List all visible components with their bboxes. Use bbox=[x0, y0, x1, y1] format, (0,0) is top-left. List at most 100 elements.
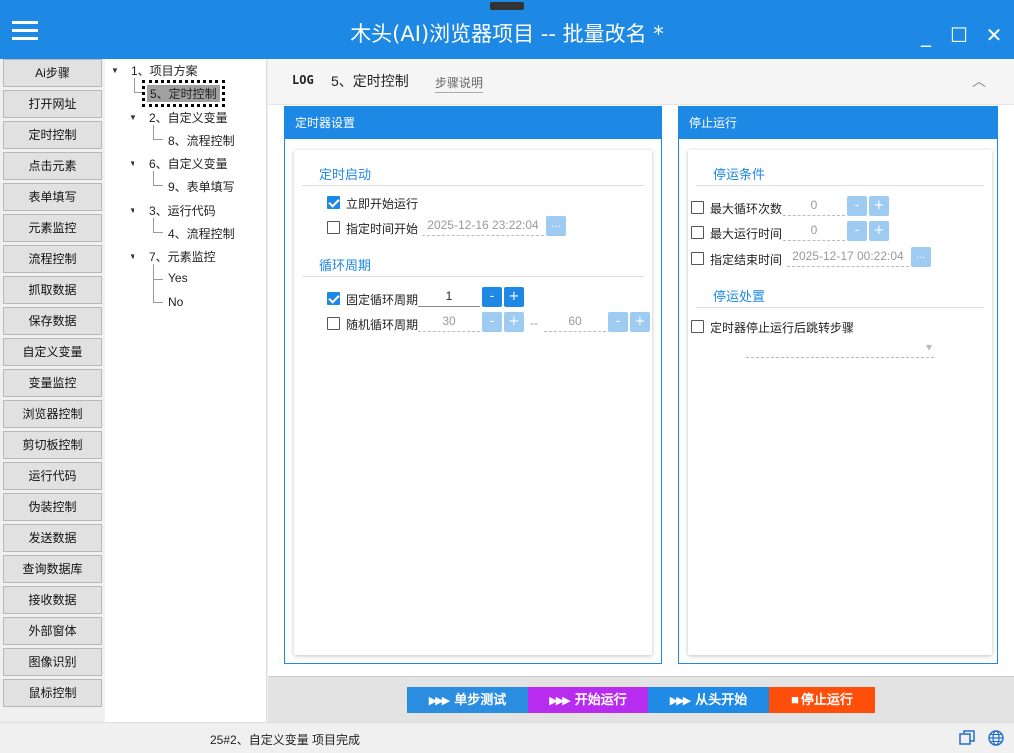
tool-variable-monitor-button[interactable]: 变量监控 bbox=[3, 369, 102, 397]
random-max-decrement-button[interactable]: - bbox=[608, 312, 628, 332]
jump-step-label: 定时器停止运行后跳转步骤 bbox=[710, 321, 855, 335]
tool-scrape-data-button[interactable]: 抓取数据 bbox=[3, 276, 102, 304]
restore-windows-icon[interactable] bbox=[958, 729, 976, 747]
status-message: 25#2、自定义变量 项目完成 bbox=[210, 733, 361, 747]
tool-open-url-button[interactable]: 打开网址 bbox=[3, 90, 102, 118]
tree-node-project[interactable]: 1、项目方案 bbox=[131, 62, 198, 79]
tool-query-database-button[interactable]: 查询数据库 bbox=[3, 555, 102, 583]
tool-send-data-button[interactable]: 发送数据 bbox=[3, 524, 102, 552]
max-loops-input[interactable]: 0 bbox=[783, 196, 845, 216]
expand-caret-icon[interactable]: ▼ bbox=[129, 113, 137, 122]
start-run-button[interactable]: ▶▶▶ 开始运行 bbox=[528, 687, 648, 713]
tool-external-window-button[interactable]: 外部窗体 bbox=[3, 617, 102, 645]
random-cycle-max-input[interactable]: 60 bbox=[544, 312, 606, 332]
start-at-picker-button[interactable]: ... bbox=[546, 216, 566, 236]
max-time-checkbox[interactable] bbox=[691, 226, 704, 239]
stop-square-icon: ■ bbox=[791, 692, 799, 707]
tool-element-monitor-button[interactable]: 元素监控 bbox=[3, 214, 102, 242]
expand-caret-icon[interactable]: ▼ bbox=[129, 252, 137, 261]
timer-settings-card: 定时启动 立即开始运行 指定时间开始 2025-12-16 23:22:04 .… bbox=[294, 150, 652, 655]
globe-icon[interactable] bbox=[987, 729, 1005, 747]
divider bbox=[302, 276, 644, 277]
window-title: 木头(AI)浏览器项目 -- 批量改名 * bbox=[350, 22, 664, 46]
jump-step-select[interactable]: ▾ bbox=[746, 338, 934, 358]
start-at-checkbox[interactable] bbox=[327, 221, 340, 234]
tool-save-data-button[interactable]: 保存数据 bbox=[3, 307, 102, 335]
tool-browser-control-button[interactable]: 浏览器控制 bbox=[3, 400, 102, 428]
restart-label: 从头开始 bbox=[695, 692, 748, 707]
max-loops-decrement-button[interactable]: - bbox=[847, 196, 867, 216]
end-time-picker-button[interactable]: ... bbox=[911, 247, 931, 267]
random-cycle-label: 随机循环周期 bbox=[346, 318, 419, 332]
random-cycle-checkbox[interactable] bbox=[327, 317, 340, 330]
start-now-checkbox[interactable] bbox=[327, 196, 340, 209]
step-description-link[interactable]: 步骤说明 bbox=[435, 74, 484, 93]
tree-node-no[interactable]: No bbox=[168, 295, 183, 309]
max-time-input[interactable]: 0 bbox=[783, 221, 845, 241]
tool-flow-control-button[interactable]: 流程控制 bbox=[3, 245, 102, 273]
end-time-datetime-field[interactable]: 2025-12-17 00:22:04 bbox=[787, 247, 909, 267]
random-min-increment-button[interactable]: + bbox=[504, 312, 524, 332]
tool-disguise-control-button[interactable]: 伪装控制 bbox=[3, 493, 102, 521]
expand-caret-icon[interactable]: ▼ bbox=[111, 66, 119, 75]
tree-node-custom-variable-2[interactable]: 6、自定义变量 bbox=[149, 155, 228, 172]
tree-connector bbox=[153, 264, 154, 302]
random-cycle-min-input[interactable]: 30 bbox=[418, 312, 480, 332]
maximize-button[interactable]: ☐ bbox=[948, 24, 970, 46]
range-separator: -- bbox=[530, 316, 538, 330]
tool-click-element-button[interactable]: 点击元素 bbox=[3, 152, 102, 180]
tree-connector bbox=[153, 302, 163, 303]
expand-caret-icon[interactable]: ▼ bbox=[129, 206, 137, 215]
max-time-decrement-button[interactable]: - bbox=[847, 221, 867, 241]
tool-ai-step-button[interactable]: Ai步骤 bbox=[3, 59, 102, 87]
status-bar: 25#2、自定义变量 项目完成 bbox=[0, 722, 1014, 753]
log-icon[interactable]: LOG bbox=[292, 73, 314, 87]
collapse-chevron-icon[interactable]: ︿ bbox=[972, 71, 986, 91]
tool-custom-variable-button[interactable]: 自定义变量 bbox=[3, 338, 102, 366]
jump-step-checkbox[interactable] bbox=[691, 320, 704, 333]
step-editor: LOG 5、定时控制 步骤说明 ︿ 定时器设置 定时启动 立即开始运行 指定时间… bbox=[268, 59, 1014, 676]
tool-receive-data-button[interactable]: 接收数据 bbox=[3, 586, 102, 614]
tool-form-fill-button[interactable]: 表单填写 bbox=[3, 183, 102, 211]
max-loops-increment-button[interactable]: + bbox=[869, 196, 889, 216]
stop-run-panel: 停止运行 停运条件 最大循环次数 0 - + 最大运行时间 0 - + 指定结束… bbox=[678, 106, 998, 664]
tool-clipboard-control-button[interactable]: 剪切板控制 bbox=[3, 431, 102, 459]
fixed-cycle-decrement-button[interactable]: - bbox=[482, 287, 502, 307]
tree-node-flow-control-2[interactable]: 4、流程控制 bbox=[168, 225, 235, 242]
panel-heading: 停止运行 bbox=[679, 107, 997, 139]
tool-panel: Ai步骤 打开网址 定时控制 点击元素 表单填写 元素监控 流程控制 抓取数据 … bbox=[0, 59, 105, 722]
divider bbox=[696, 307, 984, 308]
max-time-increment-button[interactable]: + bbox=[869, 221, 889, 241]
minimize-button[interactable]: _ bbox=[915, 24, 937, 46]
stop-run-button[interactable]: ■ 停止运行 bbox=[769, 687, 875, 713]
tool-image-recognition-button[interactable]: 图像识别 bbox=[3, 648, 102, 676]
close-button[interactable]: ✕ bbox=[983, 24, 1005, 46]
restart-button[interactable]: ▶▶▶ 从头开始 bbox=[648, 687, 769, 713]
panel-heading: 定时器设置 bbox=[285, 107, 661, 139]
fixed-cycle-increment-button[interactable]: + bbox=[504, 287, 524, 307]
tree-node-element-monitor[interactable]: 7、元素监控 bbox=[149, 248, 216, 265]
tree-connector bbox=[153, 171, 154, 185]
tool-timer-control-button[interactable]: 定时控制 bbox=[3, 121, 102, 149]
max-loops-checkbox[interactable] bbox=[691, 201, 704, 214]
expand-caret-icon[interactable]: ▼ bbox=[129, 159, 137, 168]
drag-grip[interactable] bbox=[490, 2, 524, 10]
tool-run-code-button[interactable]: 运行代码 bbox=[3, 462, 102, 490]
tree-node-timer-control[interactable]: 5、定时控制 bbox=[142, 80, 225, 107]
play-triple-icon: ▶▶▶ bbox=[669, 695, 691, 707]
tree-node-yes[interactable]: Yes bbox=[168, 271, 188, 285]
start-at-datetime-field[interactable]: 2025-12-16 23:22:04 bbox=[422, 216, 544, 236]
random-max-increment-button[interactable]: + bbox=[630, 312, 650, 332]
tree-node-flow-control[interactable]: 8、流程控制 bbox=[168, 132, 235, 149]
fixed-cycle-input[interactable]: 1 bbox=[418, 287, 480, 307]
divider bbox=[302, 185, 644, 186]
step-test-button[interactable]: ▶▶▶ 单步测试 bbox=[407, 687, 528, 713]
tool-mouse-control-button[interactable]: 鼠标控制 bbox=[3, 679, 102, 707]
end-time-checkbox[interactable] bbox=[691, 252, 704, 265]
tree-node-custom-variable[interactable]: 2、自定义变量 bbox=[149, 109, 228, 126]
tree-node-form-fill[interactable]: 9、表单填写 bbox=[168, 178, 235, 195]
tree-node-run-code[interactable]: 3、运行代码 bbox=[149, 202, 216, 219]
random-min-decrement-button[interactable]: - bbox=[482, 312, 502, 332]
play-triple-icon: ▶▶▶ bbox=[428, 695, 450, 707]
fixed-cycle-checkbox[interactable] bbox=[327, 292, 340, 305]
